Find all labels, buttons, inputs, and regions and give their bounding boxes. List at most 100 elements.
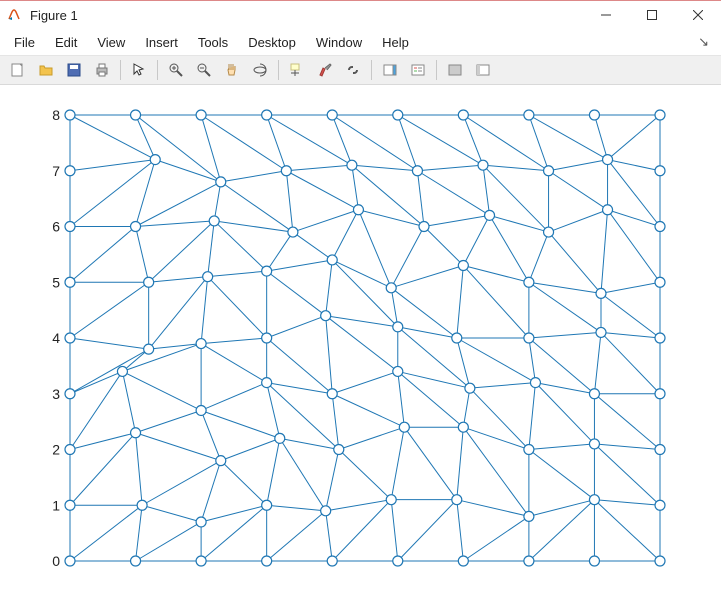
rotate-3d-button[interactable] (247, 58, 273, 82)
graph-node (321, 506, 331, 516)
graph-node (603, 155, 613, 165)
toolbar (0, 55, 721, 85)
graph-node (589, 439, 599, 449)
graph-node (452, 333, 462, 343)
menu-desktop[interactable]: Desktop (238, 32, 306, 53)
graph-node (399, 422, 409, 432)
graph-node (393, 556, 403, 566)
menu-insert[interactable]: Insert (135, 32, 188, 53)
new-figure-button[interactable] (5, 58, 31, 82)
graph-node (655, 110, 665, 120)
graph-node (393, 322, 403, 332)
graph-node (196, 556, 206, 566)
graph-node (524, 277, 534, 287)
menu-view[interactable]: View (87, 32, 135, 53)
graph-node (655, 166, 665, 176)
graph-node (589, 556, 599, 566)
graph-node (131, 556, 141, 566)
menu-help[interactable]: Help (372, 32, 419, 53)
graph-node (216, 456, 226, 466)
data-cursor-button[interactable] (284, 58, 310, 82)
graph-node (144, 277, 154, 287)
show-tools-button[interactable] (470, 58, 496, 82)
graph-node (589, 495, 599, 505)
graph-node (131, 428, 141, 438)
svg-text:4: 4 (52, 330, 60, 346)
graph-node (196, 110, 206, 120)
graph-node (65, 277, 75, 287)
zoom-out-button[interactable] (191, 58, 217, 82)
graph-node (544, 166, 554, 176)
graph-node (327, 110, 337, 120)
toolbar-separator (371, 60, 372, 80)
graph-node (524, 110, 534, 120)
graph-node (262, 266, 272, 276)
toolbar-separator (120, 60, 121, 80)
graph-node (65, 556, 75, 566)
graph-node (655, 333, 665, 343)
graph-node (65, 500, 75, 510)
svg-text:1: 1 (52, 497, 60, 513)
graph-node (544, 227, 554, 237)
svg-text:7: 7 (52, 163, 60, 179)
menu-tools[interactable]: Tools (188, 32, 238, 53)
anchor-icon[interactable]: ↘ (690, 34, 717, 50)
graph-node (196, 405, 206, 415)
close-button[interactable] (675, 1, 721, 29)
graph-node (347, 160, 357, 170)
graph-node (655, 389, 665, 399)
maximize-button[interactable] (629, 1, 675, 29)
zoom-in-button[interactable] (163, 58, 189, 82)
graph-node (281, 166, 291, 176)
menu-window[interactable]: Window (306, 32, 372, 53)
graph-node (196, 339, 206, 349)
svg-text:8: 8 (52, 107, 60, 123)
graph-node (334, 445, 344, 455)
graph-node (386, 283, 396, 293)
insert-legend-button[interactable] (405, 58, 431, 82)
pointer-button[interactable] (126, 58, 152, 82)
graph-node (485, 210, 495, 220)
matlab-logo-icon (6, 7, 22, 23)
graph-node (196, 517, 206, 527)
graph-node (655, 222, 665, 232)
save-button[interactable] (61, 58, 87, 82)
toolbar-separator (436, 60, 437, 80)
graph-node (458, 422, 468, 432)
print-button[interactable] (89, 58, 115, 82)
open-button[interactable] (33, 58, 59, 82)
menu-file[interactable]: File (4, 32, 45, 53)
graph-node (458, 261, 468, 271)
graph-node (386, 495, 396, 505)
graph-node (150, 155, 160, 165)
graph-node (262, 500, 272, 510)
hide-tools-button[interactable] (442, 58, 468, 82)
figure-area[interactable]: 012345678 (0, 85, 721, 600)
graph-node (589, 389, 599, 399)
graph-node (144, 344, 154, 354)
graph-node (65, 389, 75, 399)
graph-node (65, 110, 75, 120)
graph-node (530, 378, 540, 388)
link-button[interactable] (340, 58, 366, 82)
graph-node (65, 333, 75, 343)
pan-button[interactable] (219, 58, 245, 82)
insert-colorbar-button[interactable] (377, 58, 403, 82)
minimize-button[interactable] (583, 1, 629, 29)
graph-node (603, 205, 613, 215)
svg-text:6: 6 (52, 219, 60, 235)
window-title: Figure 1 (30, 8, 78, 23)
graph-node (655, 277, 665, 287)
graph-node (288, 227, 298, 237)
graph-node (458, 556, 468, 566)
menu-edit[interactable]: Edit (45, 32, 87, 53)
graph-node (589, 110, 599, 120)
graph-node (275, 433, 285, 443)
figure-window: Figure 1 File Edit View Insert Tools Des… (0, 0, 721, 600)
graph-node (524, 333, 534, 343)
axes[interactable]: 012345678 (0, 85, 690, 591)
brush-button[interactable] (312, 58, 338, 82)
graph-node (65, 166, 75, 176)
graph-node (137, 500, 147, 510)
toolbar-separator (157, 60, 158, 80)
